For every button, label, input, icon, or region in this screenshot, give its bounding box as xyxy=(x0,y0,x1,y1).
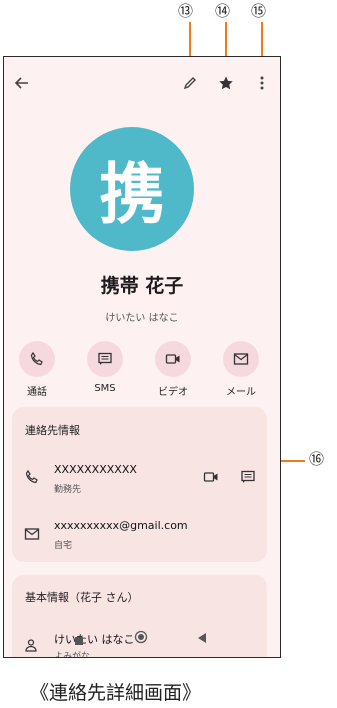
call-action-button[interactable]: 通話 xyxy=(12,341,62,398)
video-call-icon[interactable] xyxy=(203,469,219,489)
callout-14: ⑭ xyxy=(215,2,231,20)
call-action-label: 通話 xyxy=(27,387,47,398)
sms-message-icon[interactable] xyxy=(240,469,256,489)
video-action-button[interactable]: ビデオ xyxy=(148,341,198,398)
sms-action-label: SMS xyxy=(94,383,116,394)
video-icon xyxy=(155,341,191,377)
reading-label: よみがな xyxy=(54,652,91,658)
basic-info-title: 基本情報（花子 さん） xyxy=(25,591,139,604)
screen-caption: 《連絡先詳細画面》 xyxy=(30,682,202,704)
phone-icon xyxy=(19,341,55,377)
phone-number[interactable]: XXXXXXXXXXX xyxy=(54,463,137,476)
video-action-label: ビデオ xyxy=(158,387,188,398)
email-address[interactable]: xxxxxxxxxx@gmail.com xyxy=(54,519,188,532)
contact-detail-screen: 携 携帯 花子 けいたい はなこ 通話 SMS ビデオ メール 連絡先情報 XX… xyxy=(3,56,281,658)
back-arrow-icon[interactable] xyxy=(10,71,34,95)
callout-15: ⑮ xyxy=(251,2,267,20)
home-nav-icon[interactable] xyxy=(134,629,148,648)
mail-action-button[interactable]: メール xyxy=(216,341,266,398)
mail-icon xyxy=(223,341,259,377)
callout-16: ⑯ xyxy=(309,450,325,468)
contact-info-card: 連絡先情報 XXXXXXXXXXX 勤務先 xxxxxxxxxx@gmail.c… xyxy=(12,407,267,562)
edit-pencil-icon[interactable] xyxy=(178,71,202,95)
contact-name: 携帯 花子 xyxy=(100,275,184,297)
back-nav-icon[interactable] xyxy=(196,629,208,648)
recents-nav-icon[interactable] xyxy=(74,631,84,650)
contact-reading: けいたい はなこ xyxy=(105,313,179,324)
favorite-star-icon[interactable] xyxy=(214,71,238,95)
message-icon xyxy=(87,341,123,377)
contact-info-title: 連絡先情報 xyxy=(25,424,80,437)
contact-avatar: 携 xyxy=(70,127,194,251)
phone-row-icon xyxy=(24,469,40,489)
sms-action-button[interactable]: SMS xyxy=(80,341,130,394)
email-row-icon xyxy=(24,526,40,546)
more-vertical-icon[interactable] xyxy=(250,71,274,95)
callout-13: ⑬ xyxy=(178,2,194,20)
person-icon xyxy=(24,637,38,656)
phone-type: 勤務先 xyxy=(54,485,82,495)
email-type: 自宅 xyxy=(54,541,73,551)
mail-action-label: メール xyxy=(226,387,256,398)
reading-value: けいたい はなこ xyxy=(54,633,135,646)
